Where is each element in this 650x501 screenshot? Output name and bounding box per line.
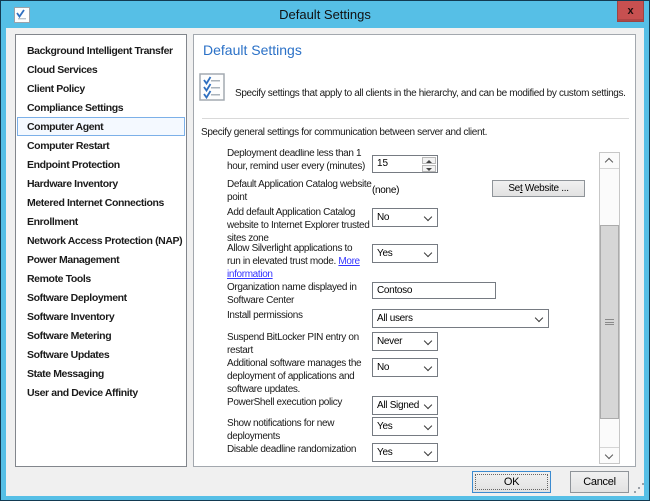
setting-label: Additional software manages the deployme…: [227, 357, 389, 396]
chevron-down-icon: [424, 337, 432, 345]
organization-name-input[interactable]: Contoso: [372, 282, 496, 299]
sidebar-item[interactable]: Computer Restart: [17, 136, 185, 155]
sidebar-item[interactable]: Endpoint Protection: [17, 155, 185, 174]
vertical-scrollbar[interactable]: [599, 152, 620, 464]
sidebar-item[interactable]: Background Intelligent Transfer: [17, 41, 185, 60]
setting-label: Suspend BitLocker PIN entry on restart: [227, 331, 389, 357]
setting-label: Show notifications for new deployments: [227, 417, 389, 443]
website-point-value: (none): [372, 185, 399, 196]
separator: [202, 118, 629, 119]
sidebar-item[interactable]: Remote Tools: [17, 269, 185, 288]
chevron-down-icon: [535, 314, 543, 322]
form-row: Show notifications for new deploymentsYe…: [202, 417, 592, 436]
form-row: Allow Silverlight applications to run in…: [202, 242, 592, 261]
cancel-button[interactable]: Cancel: [570, 471, 629, 493]
window-title: Default Settings: [1, 7, 649, 22]
sidebar-item[interactable]: Software Deployment: [17, 288, 185, 307]
sidebar-item[interactable]: Compliance Settings: [17, 98, 185, 117]
form-row: PowerShell execution policyAll Signed: [202, 396, 592, 415]
setting-dropdown[interactable]: Never: [372, 332, 438, 351]
setting-label: PowerShell execution policy: [227, 396, 389, 409]
sidebar-item[interactable]: Software Updates: [17, 345, 185, 364]
default-settings-dialog: Default Settings x Background Intelligen…: [0, 0, 650, 501]
setting-label: Install permissions: [227, 309, 389, 322]
setting-label: Organization name displayed in Software …: [227, 281, 389, 307]
form-row: Suspend BitLocker PIN entry on restartNe…: [202, 331, 592, 350]
sidebar-item[interactable]: Enrollment: [17, 212, 185, 231]
sidebar-item[interactable]: User and Device Affinity: [17, 383, 185, 402]
scroll-down-button[interactable]: [600, 447, 619, 463]
form-row: Deployment deadline less than 1 hour, re…: [202, 149, 592, 165]
sidebar-item[interactable]: Metered Internet Connections: [17, 193, 185, 212]
panel-description: Specify settings that apply to all clien…: [235, 88, 626, 99]
scrollbar-thumb[interactable]: [600, 225, 619, 419]
chevron-down-icon: [424, 363, 432, 371]
minutes-spinner[interactable]: 15: [372, 155, 438, 173]
chevron-down-icon: [424, 422, 432, 430]
chevron-up-icon: [605, 158, 613, 166]
setting-label: Deployment deadline less than 1 hour, re…: [227, 149, 389, 173]
section-intro: Specify general settings for communicati…: [201, 127, 487, 138]
chevron-down-icon: [424, 249, 432, 257]
checklist-icon: [199, 73, 225, 101]
sidebar-item[interactable]: State Messaging: [17, 364, 185, 383]
set-website-button[interactable]: Set Website ...: [492, 180, 585, 197]
sidebar-item[interactable]: Software Inventory: [17, 307, 185, 326]
ok-button[interactable]: OK: [472, 471, 551, 493]
resize-grip[interactable]: [634, 483, 646, 495]
sidebar-item[interactable]: Cloud Services: [17, 60, 185, 79]
setting-label: Default Application Catalog website poin…: [227, 178, 389, 204]
form-row: Additional software manages the deployme…: [202, 357, 592, 376]
scroll-up-button[interactable]: [600, 153, 619, 169]
setting-dropdown[interactable]: Yes: [372, 443, 438, 462]
setting-label: Add default Application Catalog website …: [227, 206, 389, 245]
spin-up-icon[interactable]: [422, 157, 436, 164]
page-title: Default Settings: [203, 42, 302, 58]
sidebar-item[interactable]: Network Access Protection (NAP): [17, 231, 185, 250]
sidebar-item[interactable]: Computer Agent: [17, 117, 185, 136]
setting-dropdown[interactable]: Yes: [372, 417, 438, 436]
setting-label: Allow Silverlight applications to run in…: [227, 242, 389, 281]
dialog-body: Background Intelligent TransferCloud Ser…: [6, 28, 644, 496]
spin-down-icon[interactable]: [422, 165, 436, 172]
setting-dropdown[interactable]: No: [372, 358, 438, 377]
title-bar: Default Settings x: [1, 1, 649, 28]
close-button[interactable]: x: [617, 1, 644, 22]
thumb-grip-icon: [605, 319, 614, 325]
setting-dropdown[interactable]: All users: [372, 309, 549, 328]
settings-detail-panel: Default Settings Specify settings that a…: [193, 34, 636, 467]
sidebar-item[interactable]: Client Policy: [17, 79, 185, 98]
chevron-down-icon: [424, 448, 432, 456]
sidebar-item[interactable]: Power Management: [17, 250, 185, 269]
chevron-down-icon: [424, 213, 432, 221]
sidebar-item[interactable]: Software Metering: [17, 326, 185, 345]
form-row: Disable deadline randomizationYes: [202, 443, 592, 462]
setting-dropdown[interactable]: No: [372, 208, 438, 227]
setting-label: Disable deadline randomization: [227, 443, 389, 456]
chevron-down-icon: [605, 451, 613, 459]
chevron-down-icon: [424, 401, 432, 409]
settings-list[interactable]: Background Intelligent TransferCloud Ser…: [15, 34, 187, 467]
form-row: Add default Application Catalog website …: [202, 206, 592, 225]
settings-form: Deployment deadline less than 1 hour, re…: [202, 149, 592, 467]
setting-dropdown[interactable]: All Signed: [372, 396, 438, 415]
sidebar-item[interactable]: Hardware Inventory: [17, 174, 185, 193]
setting-dropdown[interactable]: Yes: [372, 244, 438, 263]
form-row: Install permissionsAll users: [202, 309, 592, 328]
